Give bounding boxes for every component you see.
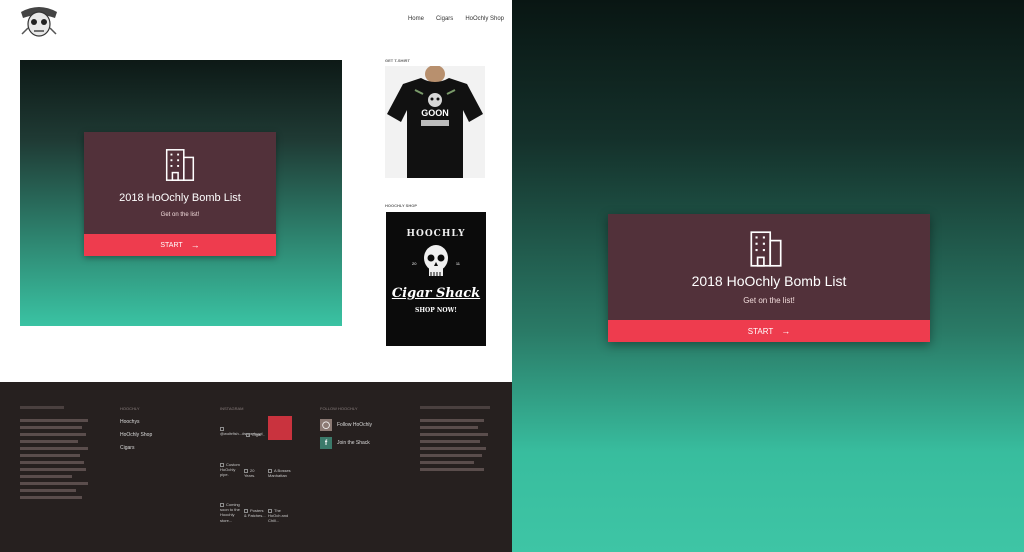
instagram-post-3[interactable]: Custom HoOchly pipe.	[220, 462, 242, 478]
start-button-label: START	[160, 241, 183, 249]
bomb-list-card: 2018 HoOchly Bomb List Get on the list! …	[84, 132, 276, 256]
bomb-list-card-large: 2018 HoOchly Bomb List Get on the list! …	[608, 214, 930, 342]
card-title: 2018 HoOchly Bomb List	[119, 192, 241, 204]
instagram-post-7[interactable]: Posters & Patches...	[244, 508, 266, 518]
shop-now-link[interactable]: SHOP NOW!	[386, 307, 486, 314]
footer-link-cigars[interactable]: Cigars	[120, 445, 152, 451]
card-title: 2018 HoOchly Bomb List	[691, 273, 847, 289]
follow-hoochly-label: Follow HoOchly	[337, 422, 373, 428]
arrow-right-icon: →	[781, 326, 791, 336]
shop-heading: HOOCHLY SHOP	[385, 203, 418, 208]
instagram-icon: ◯	[320, 419, 332, 431]
nav-cigars[interactable]: Cigars	[436, 16, 453, 22]
card-subtitle: Get on the list!	[743, 296, 795, 305]
join-the-shack-link[interactable]: f Join the Shack	[320, 437, 372, 449]
start-button-label: START	[747, 326, 774, 336]
instagram-post-8[interactable]: The HoOch and Chill...	[268, 508, 292, 524]
instagram-post-6[interactable]: Coming soon to the Hoochly store...	[220, 502, 242, 523]
follow-hoochly-link[interactable]: ◯ Follow HoOchly	[320, 419, 372, 431]
building-icon	[750, 231, 782, 267]
site-footer: HOOCHLY Hoochys HoOchly Shop Cigars INST…	[0, 382, 512, 552]
nav-home[interactable]: Home	[408, 16, 424, 22]
footer-link-shop[interactable]: HoOchly Shop	[120, 432, 152, 438]
banner-shop-name[interactable]: Cigar Shack	[386, 286, 486, 301]
hero-section: 2018 HoOchly Bomb List Get on the list! …	[20, 60, 342, 326]
instagram-post-2[interactable]: Cigar...	[246, 432, 266, 437]
footer-links-heading: HOOCHLY	[120, 406, 140, 411]
tshirt-image[interactable]: GOON	[385, 66, 485, 178]
top-nav: Home Cigars HoOchly Shop	[408, 16, 504, 22]
website-page: Home Cigars HoOchly Shop 2018 HoOchly Bo…	[0, 0, 512, 552]
skull-icon	[424, 245, 448, 276]
hero-zoom-panel: 2018 HoOchly Bomb List Get on the list! …	[512, 0, 1024, 552]
arrow-right-icon: →	[190, 240, 200, 250]
start-button[interactable]: START →	[84, 234, 276, 256]
nav-hoochly-shop[interactable]: HoOchly Shop	[465, 16, 504, 22]
footer-social-column: FOLLOW HOOCHLY ◯ Follow HoOchly f Join t…	[320, 406, 372, 455]
footer-instagram-heading: INSTAGRAM	[220, 406, 244, 411]
instagram-post-4[interactable]: 20 Years.	[244, 468, 264, 478]
footer-social-heading: FOLLOW HOOCHLY	[320, 406, 358, 411]
card-subtitle: Get on the list!	[160, 212, 200, 218]
cigar-shack-banner[interactable]: HOOCHLY 20 11 Cigar Shack SHOP NOW!	[386, 212, 486, 346]
shirt-graphic-text: GOON	[421, 108, 449, 118]
footer-link-hoochys[interactable]: Hoochys	[120, 419, 152, 425]
facebook-icon: f	[320, 437, 332, 449]
instagram-post-5[interactable]: A Bosses Manhattan	[268, 468, 292, 478]
shirt-heading: GET T-SHIRT	[385, 58, 410, 63]
footer-extra-column	[420, 406, 494, 475]
building-icon	[165, 149, 195, 181]
hoochly-logo[interactable]	[18, 4, 60, 40]
banner-year-right: 11	[455, 261, 460, 266]
footer-instagram-column: INSTAGRAM @woltrfish...#superbowl Cigar.…	[220, 406, 310, 552]
banner-brand: HOOCHLY	[406, 229, 466, 239]
image-icon	[246, 432, 250, 437]
banner-year-left: 20	[412, 261, 417, 266]
join-the-shack-label: Join the Shack	[337, 440, 370, 446]
footer-about-column	[20, 406, 90, 503]
start-button[interactable]: START →	[608, 320, 930, 342]
footer-links-column: HOOCHLY Hoochys HoOchly Shop Cigars	[120, 406, 152, 458]
instagram-thumb[interactable]	[268, 416, 292, 440]
